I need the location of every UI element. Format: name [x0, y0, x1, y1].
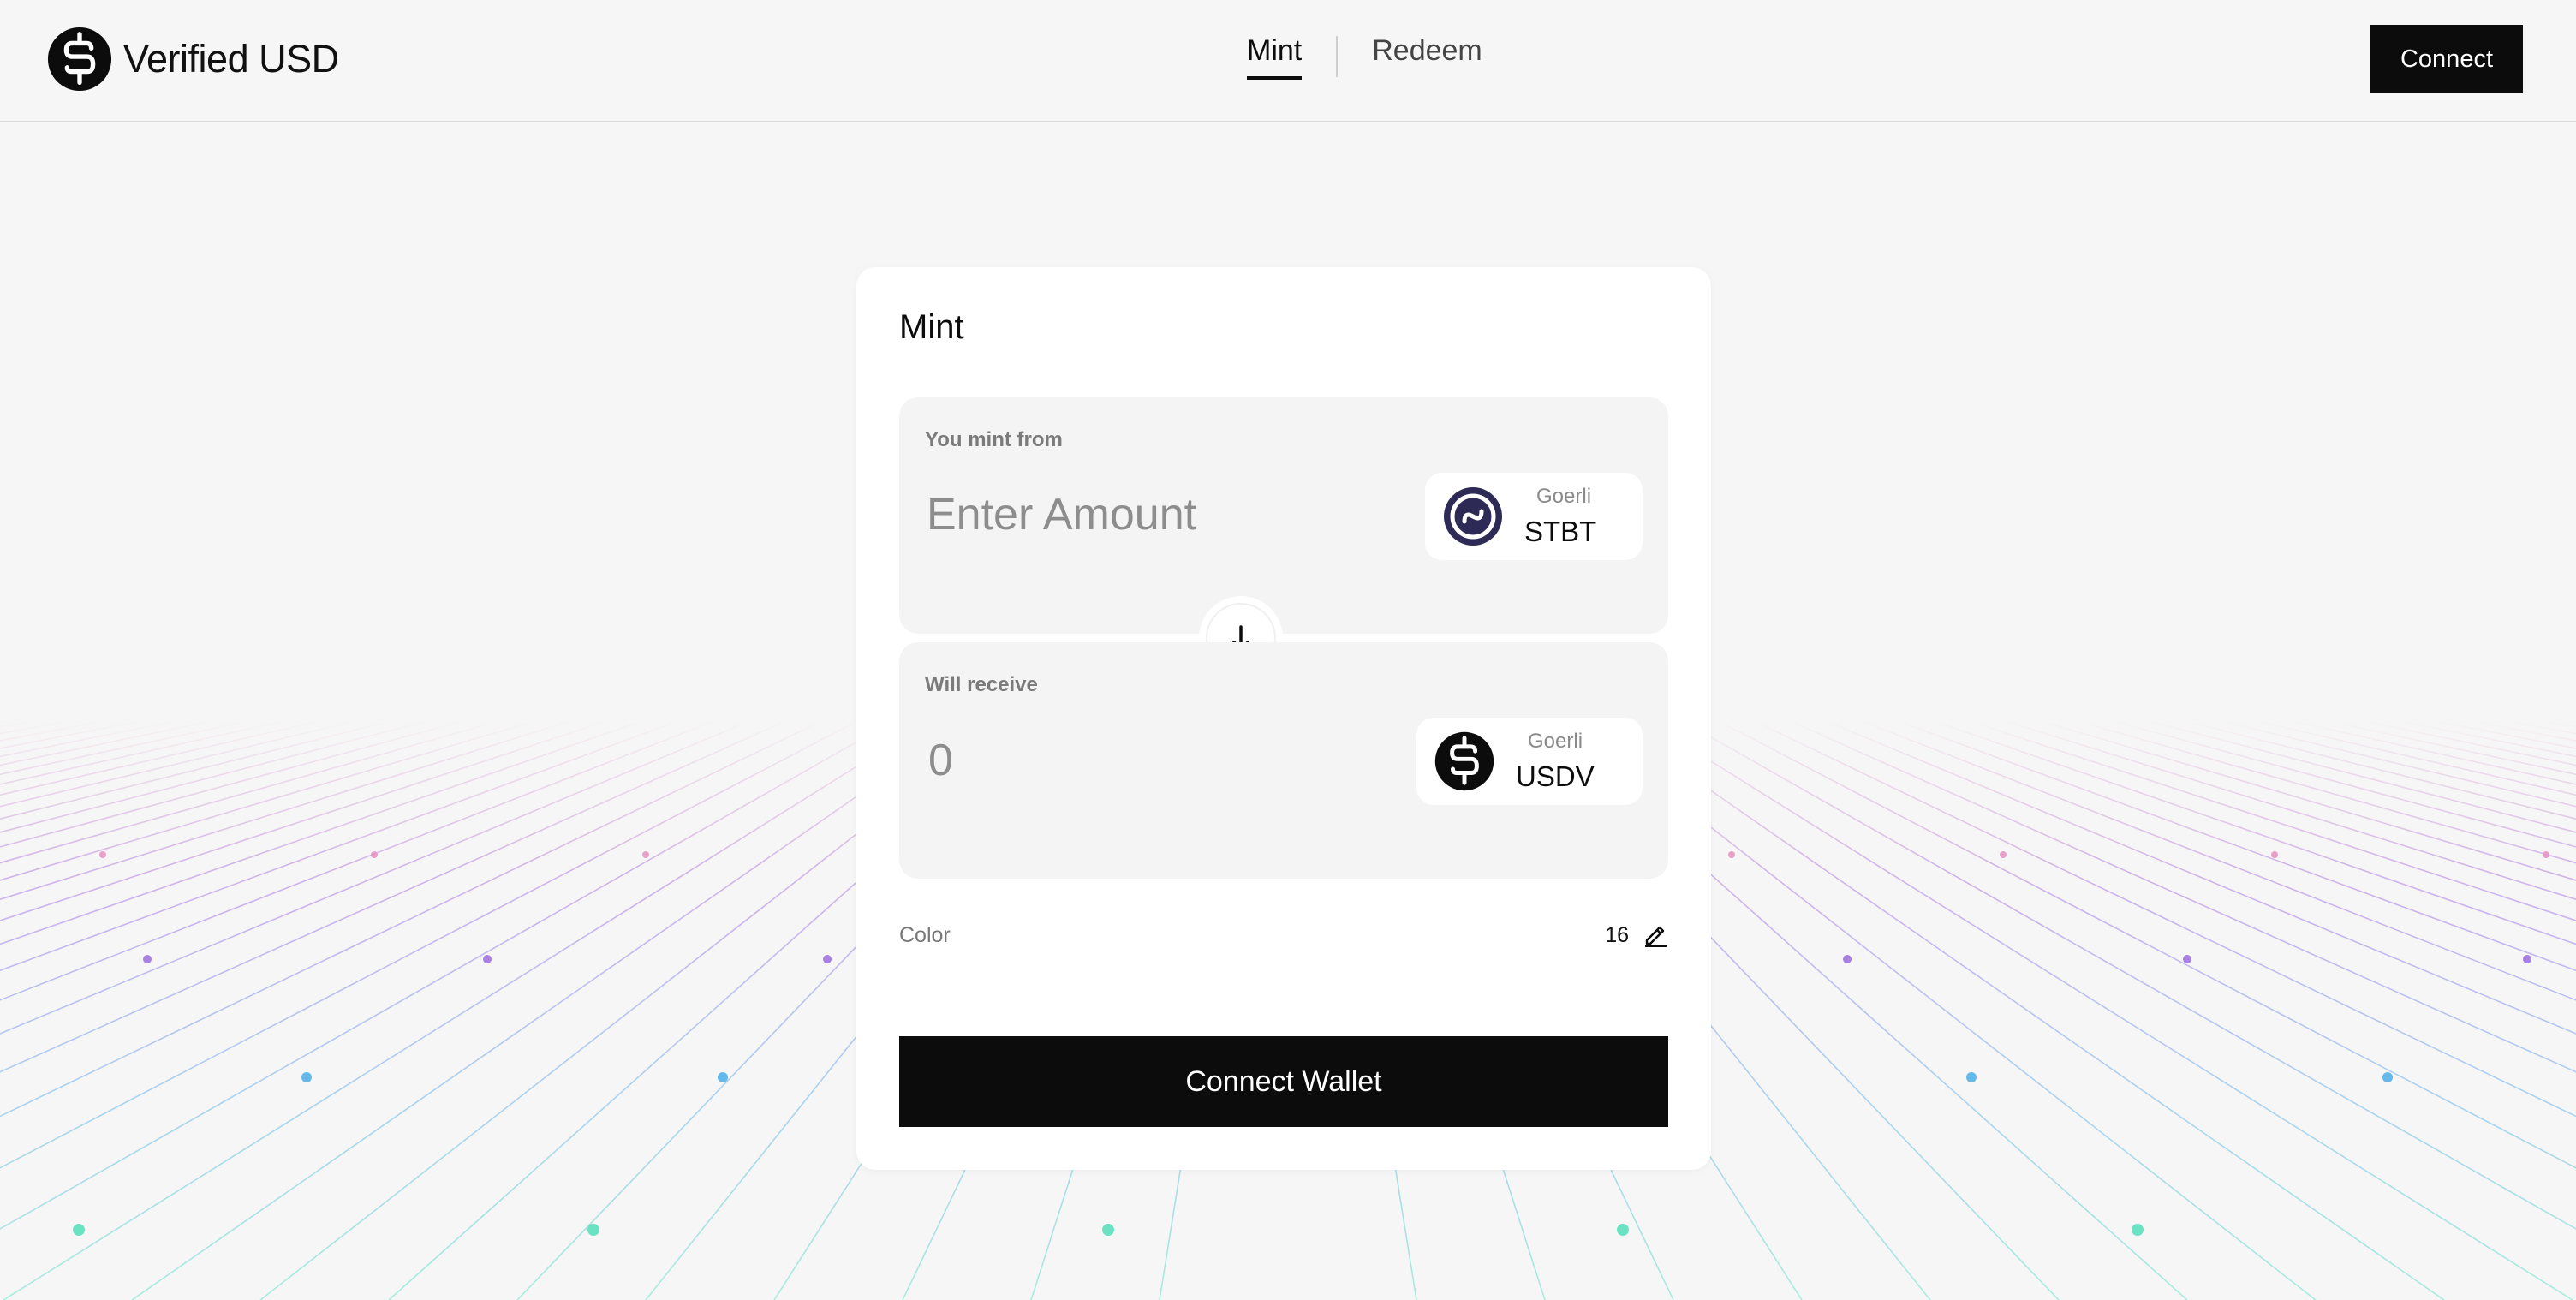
token-text: Goerli STBT	[1524, 485, 1596, 548]
token-text: Goerli USDV	[1516, 730, 1595, 793]
token-selector-usdv[interactable]: Goerli USDV	[1416, 718, 1643, 805]
connect-wallet-button[interactable]: Connect Wallet	[899, 1036, 1668, 1127]
tab-redeem[interactable]: Redeem	[1372, 34, 1482, 76]
usdv-token-icon	[1434, 731, 1494, 791]
token-symbol: STBT	[1524, 516, 1597, 547]
mint-from-label: You mint from	[925, 428, 1063, 451]
card-title: Mint	[899, 308, 964, 346]
brand-name: Verified USD	[123, 37, 339, 81]
receive-label: Will receive	[925, 673, 1038, 696]
color-label: Color	[899, 923, 951, 947]
token-symbol: USDV	[1516, 760, 1595, 792]
mint-from-panel: You mint from Goerli STBT	[899, 397, 1668, 634]
receive-panel: Will receive 0 Goerli USDV	[899, 642, 1668, 879]
brand[interactable]: Verified USD	[46, 26, 339, 92]
main-tabs: Mint Redeem	[1247, 34, 1482, 87]
connect-button[interactable]: Connect	[2370, 25, 2523, 93]
tab-divider	[1336, 36, 1339, 77]
token-network: Goerli	[1536, 485, 1592, 508]
receive-amount: 0	[928, 736, 953, 785]
pencil-icon[interactable]	[1643, 921, 1668, 947]
mint-card: Mint You mint from Goerli STBT	[856, 267, 1711, 1170]
color-row: Color 16	[899, 920, 1668, 954]
token-network: Goerli	[1528, 730, 1583, 753]
dollar-coin-icon	[47, 27, 112, 92]
amount-input[interactable]	[927, 485, 1406, 545]
token-selector-stbt[interactable]: Goerli STBT	[1425, 473, 1643, 560]
tab-mint[interactable]: Mint	[1247, 34, 1303, 80]
top-navbar: Verified USD Mint Redeem Connect	[0, 0, 2576, 122]
color-value: 16	[1605, 923, 1629, 947]
stbt-token-icon	[1444, 487, 1502, 546]
